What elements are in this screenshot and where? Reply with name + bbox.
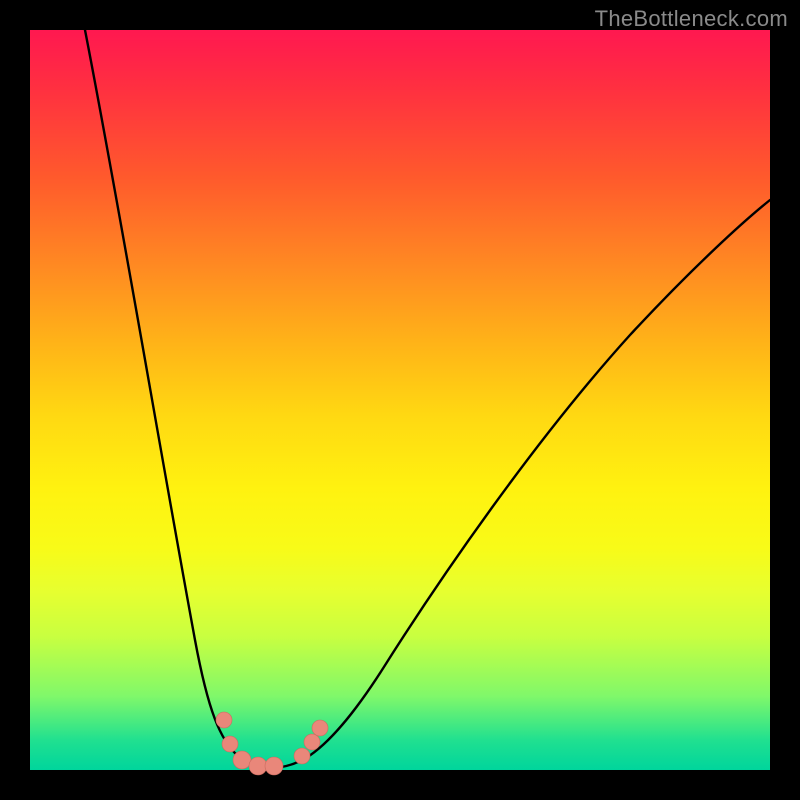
data-marker (249, 757, 267, 775)
chart-plot-area (30, 30, 770, 770)
chart-svg (30, 30, 770, 770)
curve-group (85, 30, 770, 768)
watermark-text: TheBottleneck.com (595, 6, 788, 32)
curve-right-branch (268, 200, 770, 768)
data-marker (304, 734, 320, 750)
data-marker (216, 712, 232, 728)
curve-left-branch (85, 30, 268, 768)
marker-group (216, 712, 328, 775)
data-marker (312, 720, 328, 736)
data-marker (265, 757, 283, 775)
data-marker (294, 748, 310, 764)
data-marker (222, 736, 238, 752)
chart-frame: TheBottleneck.com (0, 0, 800, 800)
data-marker (233, 751, 251, 769)
